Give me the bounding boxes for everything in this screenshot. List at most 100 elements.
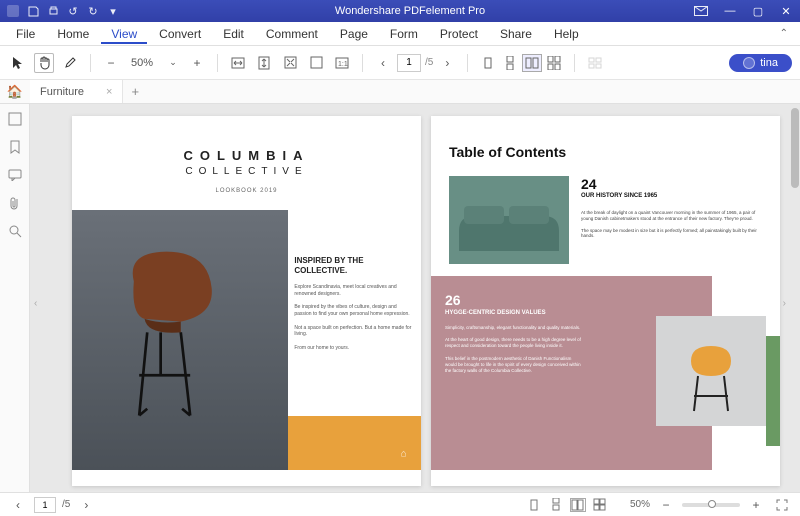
sb-page-total: /5 bbox=[62, 499, 70, 510]
pdf-page-1: COLUMBIA COLLECTIVE LOOKBOOK 2019 ⌂ INSP… bbox=[72, 116, 421, 486]
menu-page[interactable]: Page bbox=[330, 24, 378, 44]
mail-icon[interactable] bbox=[694, 4, 708, 18]
layout-single-icon[interactable] bbox=[478, 54, 498, 72]
toc-section2-body: Simplicity, craftsmanship, elegant funct… bbox=[445, 325, 584, 374]
fit-height-icon[interactable] bbox=[254, 53, 274, 73]
vertical-scrollbar[interactable] bbox=[791, 108, 799, 488]
menu-bar: File Home View Convert Edit Comment Page… bbox=[0, 22, 800, 46]
prev-page-button[interactable]: ‹ bbox=[373, 53, 393, 73]
toc-section2-number: 26 bbox=[445, 292, 698, 308]
zoom-in-button[interactable]: + bbox=[187, 53, 207, 73]
toc-sofa-image bbox=[449, 176, 569, 264]
sb-layout-grid-icon[interactable] bbox=[592, 498, 608, 512]
document-canvas[interactable]: ‹ › COLUMBIA COLLECTIVE LOOKBOOK 2019 ⌂ bbox=[30, 104, 800, 492]
view-toolbar: − 50% ⌄ + 1:1 ‹ /5 › tina bbox=[0, 46, 800, 80]
zoom-out-button[interactable]: − bbox=[101, 53, 121, 73]
app-logo-icon bbox=[6, 4, 20, 18]
svg-text:1:1: 1:1 bbox=[338, 61, 348, 68]
layout-facing-continuous-icon[interactable] bbox=[544, 54, 564, 72]
menu-form[interactable]: Form bbox=[380, 24, 428, 44]
sb-zoom-value[interactable]: 50% bbox=[630, 499, 650, 510]
attachments-panel-icon[interactable] bbox=[6, 194, 24, 212]
print-icon[interactable] bbox=[46, 4, 60, 18]
sb-prev-page-button[interactable]: ‹ bbox=[8, 495, 28, 515]
toc-green-strip bbox=[766, 336, 780, 446]
zoom-controls: − 50% ⌄ + bbox=[101, 53, 207, 73]
fit-visible-icon[interactable] bbox=[306, 53, 326, 73]
select-tool-icon[interactable] bbox=[8, 53, 28, 73]
layout-tile-icon[interactable] bbox=[585, 54, 605, 72]
page-layout-group bbox=[478, 54, 564, 72]
cover-accent-block: ⌂ bbox=[288, 416, 421, 470]
canvas-next-icon[interactable]: › bbox=[783, 298, 786, 309]
toc-section1-heading: OUR HISTORY SINCE 1965 bbox=[581, 193, 657, 200]
page-total: /5 bbox=[425, 57, 433, 68]
fit-page-icon[interactable] bbox=[280, 53, 300, 73]
save-icon[interactable] bbox=[26, 4, 40, 18]
edit-tool-icon[interactable] bbox=[60, 53, 80, 73]
document-tab-bar: 🏠 Furniture × + bbox=[0, 80, 800, 104]
menu-edit[interactable]: Edit bbox=[213, 24, 254, 44]
cover-heading: INSPIRED BY THE COLLECTIVE. bbox=[294, 256, 413, 276]
tab-add-button[interactable]: + bbox=[123, 84, 147, 99]
maximize-button[interactable]: ▢ bbox=[744, 0, 772, 22]
search-panel-icon[interactable] bbox=[6, 222, 24, 240]
collapse-ribbon-icon[interactable]: ⌃ bbox=[774, 28, 794, 39]
hand-tool-icon[interactable] bbox=[34, 53, 54, 73]
toc-section1-number: 24 bbox=[581, 176, 597, 192]
thumbnails-panel-icon[interactable] bbox=[6, 110, 24, 128]
toc-title: Table of Contents bbox=[449, 144, 566, 160]
left-sidebar bbox=[0, 104, 30, 492]
page-number-input[interactable] bbox=[397, 54, 421, 72]
canvas-prev-icon[interactable]: ‹ bbox=[34, 298, 37, 309]
sb-zoom-out-button[interactable]: − bbox=[656, 495, 676, 515]
menu-protect[interactable]: Protect bbox=[430, 24, 488, 44]
tab-close-icon[interactable]: × bbox=[106, 86, 112, 98]
zoom-dropdown-icon[interactable]: ⌄ bbox=[163, 53, 183, 73]
layout-facing-icon[interactable] bbox=[522, 54, 542, 72]
actual-size-icon[interactable]: 1:1 bbox=[332, 53, 352, 73]
status-bar: ‹ /5 › 50% − + bbox=[0, 492, 800, 516]
cover-chair-image bbox=[72, 210, 288, 470]
sb-page-input[interactable] bbox=[34, 497, 56, 513]
menu-share[interactable]: Share bbox=[490, 24, 542, 44]
tab-label: Furniture bbox=[40, 86, 84, 98]
document-tab[interactable]: Furniture × bbox=[30, 80, 123, 103]
qat-dropdown-icon[interactable]: ▾ bbox=[106, 4, 120, 18]
menu-file[interactable]: File bbox=[6, 24, 45, 44]
minimize-button[interactable]: — bbox=[716, 0, 744, 22]
sb-zoom-slider[interactable] bbox=[682, 503, 740, 507]
bookmarks-panel-icon[interactable] bbox=[6, 138, 24, 156]
cover-subtitle: COLLECTIVE bbox=[72, 166, 421, 177]
redo-icon[interactable]: ↻ bbox=[86, 4, 100, 18]
menu-comment[interactable]: Comment bbox=[256, 24, 328, 44]
sb-layout-single-icon[interactable] bbox=[526, 498, 542, 512]
sb-zoom-in-button[interactable]: + bbox=[746, 495, 766, 515]
menu-home[interactable]: Home bbox=[47, 24, 99, 44]
home-tab-icon[interactable]: 🏠 bbox=[0, 84, 30, 100]
sb-layout-continuous-icon[interactable] bbox=[548, 498, 564, 512]
sb-layout-facing-icon[interactable] bbox=[570, 498, 586, 512]
comments-panel-icon[interactable] bbox=[6, 166, 24, 184]
cover-body: Explore Scandinavia, meet local creative… bbox=[294, 284, 413, 352]
cover-title: COLUMBIA bbox=[72, 148, 421, 163]
toc-chair-image bbox=[656, 316, 766, 426]
fit-width-icon[interactable] bbox=[228, 53, 248, 73]
menu-view[interactable]: View bbox=[101, 24, 147, 44]
page-navigation: ‹ /5 › bbox=[373, 53, 457, 73]
undo-icon[interactable]: ↺ bbox=[66, 4, 80, 18]
next-page-button[interactable]: › bbox=[437, 53, 457, 73]
sb-next-page-button[interactable]: › bbox=[76, 495, 96, 515]
close-button[interactable]: ✕ bbox=[772, 0, 800, 22]
title-bar: ↺ ↻ ▾ Wondershare PDFelement Pro — ▢ ✕ bbox=[0, 0, 800, 22]
sb-fullscreen-icon[interactable] bbox=[772, 495, 792, 515]
menu-convert[interactable]: Convert bbox=[149, 24, 211, 44]
toc-section1-body: At the break of daylight on a quaint Van… bbox=[581, 210, 766, 239]
user-account-button[interactable]: tina bbox=[729, 54, 792, 72]
layout-continuous-icon[interactable] bbox=[500, 54, 520, 72]
pdf-page-2: Table of Contents 24 OUR HISTORY SINCE 1… bbox=[431, 116, 780, 486]
zoom-value[interactable]: 50% bbox=[125, 57, 159, 69]
menu-help[interactable]: Help bbox=[544, 24, 589, 44]
cover-lookbook: LOOKBOOK 2019 bbox=[72, 188, 421, 194]
svg-text:⌂: ⌂ bbox=[401, 449, 407, 460]
